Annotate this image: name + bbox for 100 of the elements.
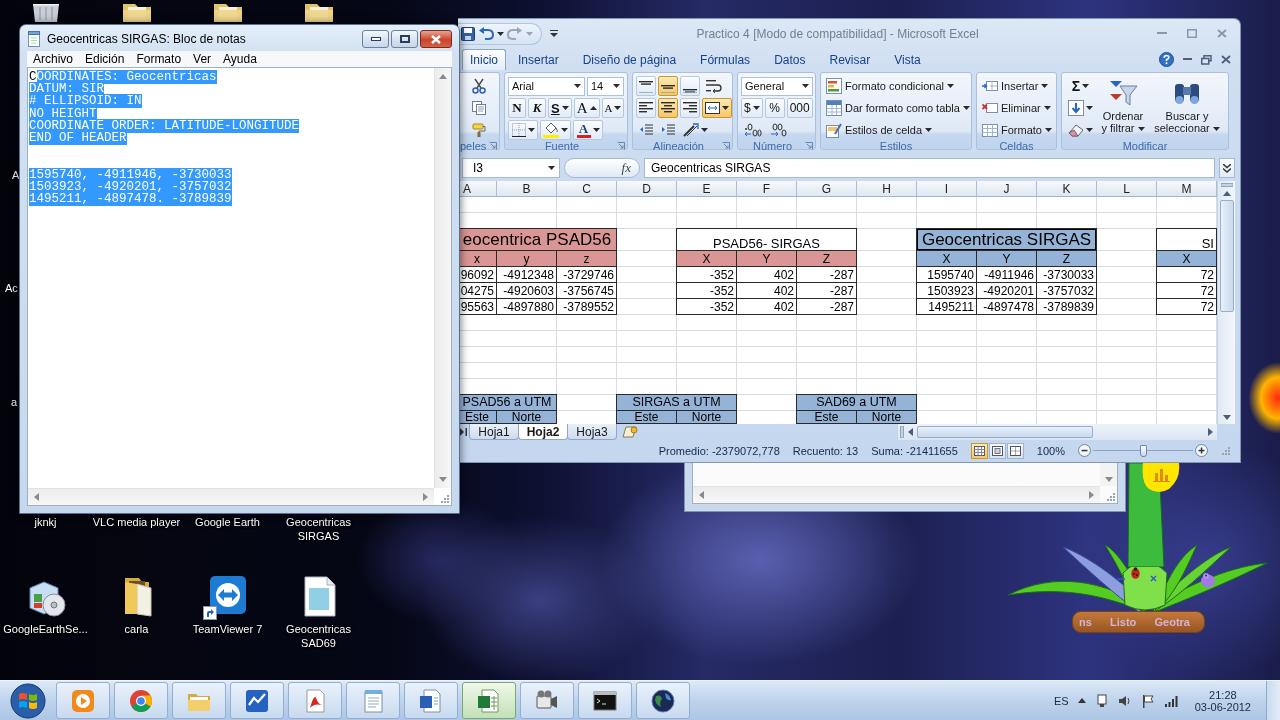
column-header[interactable]: H [857,181,917,197]
sort-filter-button[interactable]: Ordenar y filtrar [1099,76,1147,140]
caret-down-icon[interactable] [548,166,555,170]
scrollbar-thumb[interactable] [1219,200,1234,312]
menu-item[interactable]: Ver [187,51,218,67]
caret-down-icon[interactable] [1212,127,1220,132]
menu-item[interactable]: Edición [79,51,131,67]
taskbar-button[interactable] [404,682,458,719]
segmented-circle-icon[interactable] [128,687,154,714]
ribbon-tab[interactable]: Diseño de página [570,49,689,70]
ribbon-tab[interactable]: Fórmulas [688,49,763,70]
split-handle-icon[interactable] [900,426,904,438]
column-header[interactable]: I [917,181,977,197]
font-size-dropdown[interactable]: 14 [587,76,624,96]
spreadsheet-icon[interactable] [476,687,502,714]
caret-down-icon[interactable] [752,106,760,110]
save-icon[interactable] [461,26,475,41]
column-header[interactable]: L [1097,181,1157,197]
shrink-font-button[interactable]: A [601,98,625,118]
caret-down-icon[interactable] [497,31,504,36]
column-header[interactable]: K [1037,181,1097,197]
autosum-button[interactable]: Σ [1065,76,1096,96]
caret-down-icon[interactable] [592,128,600,132]
caret-down-icon[interactable] [925,128,933,132]
find-select-button[interactable]: Buscar y seleccionar [1150,76,1224,140]
icon-label[interactable]: jknkj [34,515,57,529]
cells-menu-button[interactable]: Insertar [980,76,1054,96]
grow-font-button[interactable]: A [573,98,600,118]
horizontal-scrollbar[interactable] [898,424,1217,440]
font-style-button[interactable]: N [508,98,526,118]
borders-button[interactable] [508,120,538,140]
caret-down-icon[interactable] [1086,106,1093,110]
insert-function-button[interactable]: fx [564,158,640,178]
font-name-dropdown[interactable]: Arial [508,76,585,96]
expand-formula-button[interactable] [1219,158,1235,178]
scroll-left-icon[interactable] [34,493,39,501]
ribbon-tab[interactable]: Inicio [462,49,506,70]
table-format-icon[interactable] [826,100,842,116]
insert-sheet-icon[interactable] [622,426,638,438]
icon-label[interactable]: Ac [5,282,18,295]
scroll-left-icon[interactable] [908,428,913,436]
column-header[interactable]: M [1157,181,1217,197]
start-orb-icon[interactable] [9,681,47,720]
styles-menu-button[interactable]: Formato condicional [824,76,972,96]
globe-icon[interactable] [650,687,676,714]
sheet-tab[interactable]: Hoja1 [469,424,519,440]
fill-color-button[interactable] [540,120,571,140]
scroll-right-icon[interactable] [1208,428,1213,436]
maximize-button[interactable] [391,30,418,48]
sheet-tab[interactable]: Hoja3 [567,424,617,440]
clock-date[interactable]: 03-06-2012 [1194,700,1251,713]
delete-cells-icon[interactable] [982,100,998,116]
icon-label[interactable]: Google Earth [195,515,260,529]
caret-down-icon[interactable] [1137,127,1145,132]
text-angle-icon[interactable] [683,123,699,137]
insert-cells-icon[interactable] [982,78,998,94]
line-chart-icon[interactable] [244,687,270,714]
language-indicator[interactable]: ES [1054,694,1069,707]
scroll-up-icon[interactable] [439,74,447,79]
caret-down-icon[interactable] [722,106,729,110]
column-header[interactable]: G [797,181,857,197]
scrollbar-thumb[interactable] [917,426,1093,438]
caret-down-icon[interactable] [1043,106,1051,110]
caret-down-icon[interactable] [574,84,581,88]
taskbar-button[interactable] [636,682,690,719]
caret-down-icon[interactable] [1044,128,1052,132]
vertical-scrollbar[interactable] [1217,181,1235,424]
ribbon-tab[interactable]: Insertar [506,49,571,70]
split-handle-icon[interactable] [1220,183,1233,187]
merge-cells-icon[interactable] [705,102,720,114]
undo-icon[interactable] [478,26,494,41]
styles-menu-button[interactable]: Dar formato como tabla [824,98,972,118]
caret-down-icon[interactable] [1041,84,1049,88]
taskbar-button[interactable] [520,682,574,719]
double-caret-icon[interactable] [1223,163,1231,173]
fill-button[interactable] [1065,98,1096,118]
flag-icon[interactable] [1140,693,1155,708]
scroll-left-icon[interactable] [699,491,704,499]
column-header[interactable]: D [617,181,677,197]
number-style-button[interactable]: % [764,98,785,118]
device-icon[interactable] [1094,693,1109,708]
font-style-button[interactable]: K [528,98,546,118]
merge-center-button[interactable] [702,98,732,118]
caret-down-icon[interactable] [701,128,708,132]
scroll-up-icon[interactable] [1222,191,1231,196]
caret-down-icon[interactable] [561,106,569,110]
borders-icon[interactable] [511,123,526,137]
icon-label[interactable]: Geocentricas SIRGAS [273,515,364,543]
caret-down-icon[interactable] [1086,128,1093,132]
column-header[interactable]: B [497,181,557,197]
ribbon-tab[interactable]: Vista [882,49,933,70]
ribbon-tab[interactable]: Revisar [817,49,883,70]
icon-label[interactable]: a [11,396,18,409]
scroll-right-icon[interactable] [1089,491,1094,499]
paint-bucket-icon[interactable] [543,122,559,138]
sheet-tab[interactable]: Hoja2 [518,424,568,440]
column-header[interactable]: J [977,181,1037,197]
scroll-down-icon[interactable] [1104,477,1113,482]
column-header[interactable]: E [677,181,737,197]
caret-down-icon[interactable] [1082,84,1090,88]
